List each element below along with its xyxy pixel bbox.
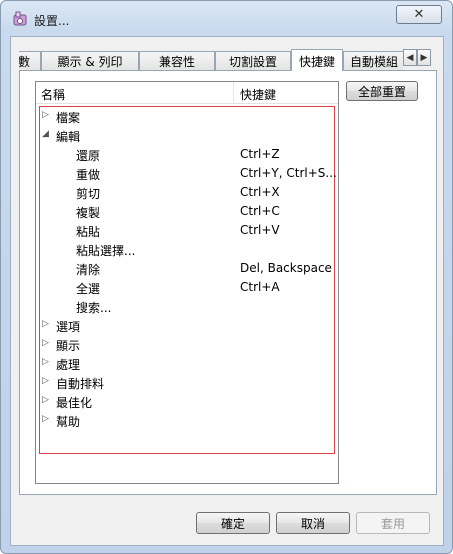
tree-item-row[interactable]: 重做 Ctrl+Y, Ctrl+S... [36,164,338,183]
list-header: 名稱 快捷鍵 [36,82,338,104]
tree-item-row[interactable]: 搜索... [36,297,338,316]
tree-group-row[interactable]: ▷ 處理 [36,354,338,373]
tree-row-shortcut: Del, Backspace [240,261,332,275]
tree-group-row[interactable]: ▷ 選項 [36,316,338,335]
triangle-right-icon[interactable]: ▷ [42,319,49,329]
tree-row-label: 清除 [76,263,101,277]
column-divider[interactable] [233,82,234,104]
tree-item-row[interactable]: 全選 Ctrl+A [36,278,338,297]
tree-row-shortcut: Ctrl+Y, Ctrl+S... [240,166,337,180]
tree-row-label: 複製 [76,206,101,220]
shortcuts-panel: 名稱 快捷鍵 ▷ 檔案 ◢ 編輯還原 Ctrl+Z 重做 Ctrl+Y, Ctrl+S...… [19,70,437,495]
tree-row-label: 粘貼 [76,225,101,239]
triangle-right-icon[interactable]: ▷ [42,110,49,120]
close-button[interactable]: ✕ [396,5,442,24]
tab-partial[interactable]: 數 [19,51,41,71]
ok-button[interactable]: 確定 [196,512,270,534]
tree-item-row[interactable]: 粘貼 Ctrl+V [36,221,338,240]
tree-row-label: 處理 [56,358,81,372]
tree-row-shortcut: Ctrl+V [240,223,280,237]
tree-row-label: 搜索... [76,301,112,315]
chevron-right-icon: ▶ [420,52,428,63]
tab-shortcuts[interactable]: 快捷鍵 [291,49,343,71]
cancel-button[interactable]: 取消 [276,512,350,534]
dialog-body: 數 顯示 & 列印 兼容性 切割設置 快捷鍵 自動模組 ◀ ▶ 名稱 快捷鍵 ▷… [10,36,444,546]
column-header-shortcut[interactable]: 快捷鍵 [240,86,276,103]
triangle-right-icon[interactable]: ▷ [42,357,49,367]
reset-all-button[interactable]: 全部重置 [346,81,418,101]
tree-row-shortcut: Ctrl+C [240,204,280,218]
tab-scroll-left-button[interactable]: ◀ [403,49,417,66]
tree-group-row[interactable]: ▷ 最佳化 [36,392,338,411]
tree-item-row[interactable]: 剪切 Ctrl+X [36,183,338,202]
triangle-right-icon[interactable]: ▷ [42,376,49,386]
tree-item-row[interactable]: 複製 Ctrl+C [36,202,338,221]
tree-row-label: 粘貼選擇... [76,244,136,258]
tab-label: 快捷鍵 [298,54,335,69]
settings-app-icon [13,11,27,26]
triangle-down-icon[interactable]: ◢ [42,129,49,139]
tree-row-shortcut: Ctrl+A [240,280,280,294]
tab-compatibility[interactable]: 兼容性 [139,51,215,71]
chevron-left-icon: ◀ [406,52,414,63]
triangle-right-icon[interactable]: ▷ [42,414,49,424]
tree-group-row[interactable]: ◢ 編輯 [36,126,338,145]
tree-row-label: 檔案 [56,111,81,125]
settings-window: 設置... ✕ 數 顯示 & 列印 兼容性 切割設置 快捷鍵 自動模組 ◀ ▶ … [0,0,453,554]
close-icon: ✕ [413,7,425,22]
triangle-right-icon[interactable]: ▷ [42,395,49,405]
tree-item-row[interactable]: 粘貼選擇... [36,240,338,259]
window-title: 設置... [34,14,70,28]
tree-group-row[interactable]: ▷ 顯示 [36,335,338,354]
tree-row-shortcut: Ctrl+Z [240,147,280,161]
tab-strip: 數 顯示 & 列印 兼容性 切割設置 快捷鍵 自動模組 [19,49,403,71]
tab-scroll-right-button[interactable]: ▶ [417,49,431,66]
tree-row-label: 幫助 [56,415,81,429]
tree-row-label: 全選 [76,282,101,296]
tree-item-row[interactable]: 還原 Ctrl+Z [36,145,338,164]
tree-row-label: 編輯 [56,130,81,144]
tab-display-print[interactable]: 顯示 & 列印 [41,51,139,71]
apply-button[interactable]: 套用 [356,512,430,534]
tree-row-label: 自動排料 [56,377,105,391]
shortcut-tree-list[interactable]: 名稱 快捷鍵 ▷ 檔案 ◢ 編輯還原 Ctrl+Z 重做 Ctrl+Y, Ctrl+S...… [35,81,339,484]
tree-row-label: 剪切 [76,187,101,201]
column-header-name[interactable]: 名稱 [41,86,65,103]
tree-group-row[interactable]: ▷ 幫助 [36,411,338,430]
tab-auto-module[interactable]: 自動模組 [343,51,403,71]
tab-label: 切割設置 [228,55,277,69]
tab-cut-settings[interactable]: 切割設置 [215,51,291,71]
tree-row-label: 重做 [76,168,101,182]
tree-row-label: 顯示 [56,339,81,353]
tree-row-label: 還原 [76,149,101,163]
tree-row-label: 最佳化 [56,396,93,410]
tab-label: 顯示 & 列印 [57,55,123,69]
tree-row-shortcut: Ctrl+X [240,185,280,199]
tree-item-row[interactable]: 清除 Del, Backspace [36,259,338,278]
tab-label: 兼容性 [158,55,195,69]
tab-label: 自動模組 [349,55,398,69]
tab-label: 數 [19,55,30,69]
triangle-right-icon[interactable]: ▷ [42,338,49,348]
tree-group-row[interactable]: ▷ 自動排料 [36,373,338,392]
title-bar[interactable]: 設置... ✕ [1,1,452,35]
tree-row-label: 選項 [56,320,81,334]
tree-group-row[interactable]: ▷ 檔案 [36,107,338,126]
